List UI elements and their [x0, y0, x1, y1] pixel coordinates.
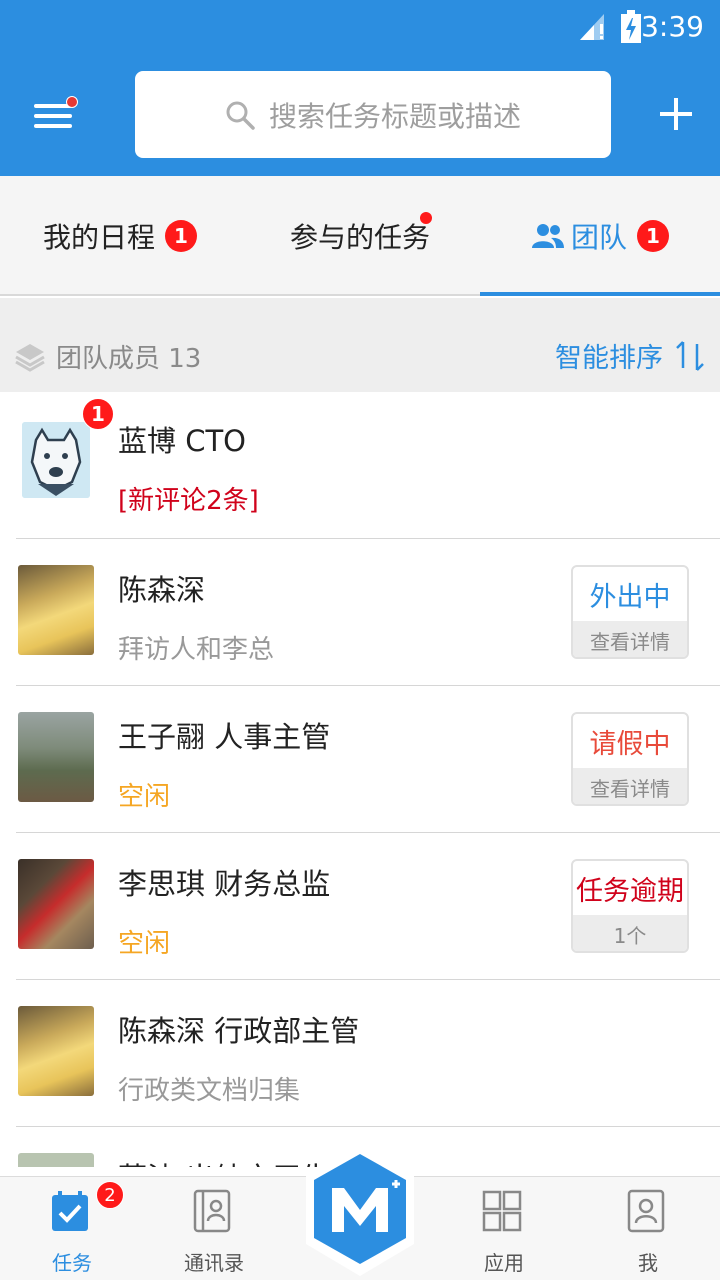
status-label: 任务逾期: [576, 875, 684, 907]
tab-notification-dot: [420, 212, 432, 224]
member-list: 1 蓝博 CTO [新评论2条] 陈森深 拜访人和李总 外出中 查看详情 王子翮…: [0, 392, 720, 1167]
nav-label: 任务: [52, 1251, 92, 1275]
layers-icon: [15, 344, 45, 372]
tab-label: 团队: [570, 221, 627, 254]
center-app-button[interactable]: [304, 1140, 416, 1280]
list-item[interactable]: 李思琪 财务总监 空闲 任务逾期 1个: [0, 833, 720, 980]
clock: 3:39: [641, 10, 704, 43]
member-name: 蓝博 CTO: [118, 424, 247, 458]
status-detail: 查看详情: [573, 621, 687, 657]
menu-icon-bar: [34, 124, 72, 128]
signal-icon: [580, 14, 604, 40]
avatar: [18, 1006, 94, 1096]
avatar: [18, 712, 94, 802]
nav-apps[interactable]: 应用: [444, 1177, 564, 1280]
avatar: [18, 859, 94, 949]
bear-avatar-icon: [22, 422, 90, 498]
tab-badge: 1: [165, 220, 197, 252]
nav-label: 我: [638, 1251, 658, 1275]
smart-sort-button[interactable]: 智能排序: [555, 336, 663, 375]
apps-grid-icon: [482, 1190, 522, 1232]
search-input[interactable]: 搜索任务标题或描述: [135, 71, 611, 158]
member-name: 蓝波 出纳实习生: [118, 1155, 330, 1167]
nav-tasks[interactable]: 2 任务: [12, 1177, 132, 1280]
menu-icon-bar: [34, 114, 72, 118]
sort-icon[interactable]: [672, 338, 708, 374]
add-button[interactable]: [656, 94, 696, 134]
tab-participating-tasks[interactable]: 参与的任务: [240, 176, 480, 296]
avatar-badge: 1: [82, 398, 114, 430]
tab-team[interactable]: 团队 1: [480, 176, 720, 296]
member-name: 王子翮 人事主管: [118, 720, 331, 754]
active-tab-indicator: [480, 292, 720, 296]
list-item[interactable]: 陈森深 行政部主管 行政类文档归集: [0, 980, 720, 1127]
member-name: 李思琪 财务总监: [118, 867, 331, 901]
avatar: [22, 422, 90, 498]
member-sub: 拜访人和李总: [118, 635, 275, 665]
profile-icon: [627, 1189, 665, 1233]
nav-me[interactable]: 我: [588, 1177, 708, 1280]
status-card[interactable]: 任务逾期 1个: [571, 859, 689, 953]
tab-label: 参与的任务: [289, 221, 430, 254]
status-detail: 1个: [573, 915, 687, 951]
team-section-header: 团队成员 13 智能排序: [0, 298, 720, 392]
avatar: [18, 1153, 94, 1167]
search-icon: [226, 101, 255, 130]
contacts-icon: [193, 1189, 231, 1233]
tab-label: 我的日程: [42, 221, 155, 254]
team-member-count: 团队成员 13: [56, 344, 202, 374]
member-sub: 空闲: [118, 782, 171, 812]
member-name: 陈森深: [118, 573, 206, 607]
status-card[interactable]: 外出中 查看详情: [571, 565, 689, 659]
app-bar: 搜索任务标题或描述: [0, 56, 720, 176]
team-icon: [531, 224, 564, 248]
member-sub: [新评论2条]: [118, 486, 259, 516]
notification-dot: [66, 96, 78, 108]
status-detail: 查看详情: [573, 768, 687, 804]
avatar: [18, 565, 94, 655]
status-bar: 3:39: [0, 0, 720, 56]
nav-badge: 2: [96, 1181, 124, 1209]
status-card[interactable]: 请假中 查看详情: [571, 712, 689, 806]
member-name: 陈森深 行政部主管: [118, 1014, 360, 1048]
tab-badge: 1: [637, 220, 669, 252]
tab-my-schedule[interactable]: 我的日程 1: [0, 176, 240, 296]
menu-button[interactable]: [30, 96, 78, 136]
nav-contacts[interactable]: 通讯录: [154, 1177, 274, 1280]
member-sub: 行政类文档归集: [118, 1076, 301, 1106]
nav-label: 通讯录: [184, 1251, 244, 1275]
status-label: 请假中: [589, 728, 671, 760]
battery-charging-icon: [621, 10, 641, 43]
list-item[interactable]: 1 蓝博 CTO [新评论2条]: [0, 392, 720, 539]
search-placeholder: 搜索任务标题或描述: [268, 99, 521, 133]
calendar-check-icon: [52, 1191, 88, 1231]
list-item[interactable]: 王子翮 人事主管 空闲 请假中 查看详情: [0, 686, 720, 833]
member-sub: 空闲: [118, 929, 171, 959]
nav-label: 应用: [484, 1251, 524, 1275]
status-label: 外出中: [589, 581, 671, 613]
list-item[interactable]: 陈森深 拜访人和李总 外出中 查看详情: [0, 539, 720, 686]
tab-bar: 我的日程 1 参与的任务 团队 1: [0, 176, 720, 296]
